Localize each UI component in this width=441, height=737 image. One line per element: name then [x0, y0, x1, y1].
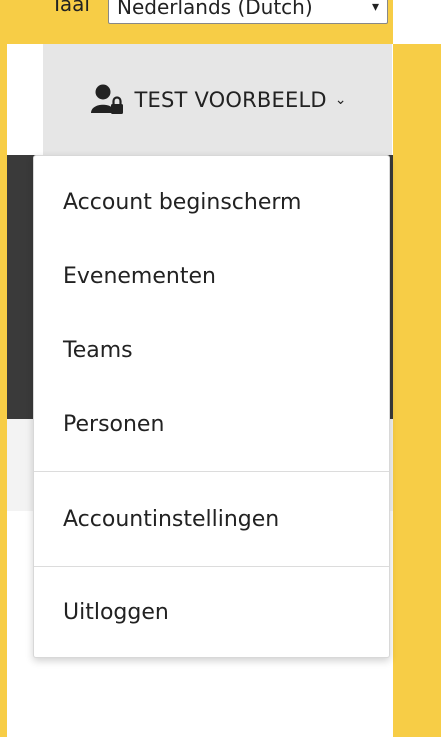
menu-item-account-home[interactable]: Account beginscherm — [34, 190, 389, 215]
menu-item-logout[interactable]: Uitloggen — [34, 600, 389, 625]
menu-divider — [34, 566, 389, 567]
menu-item-persons[interactable]: Personen — [34, 412, 389, 437]
language-label: Taal — [51, 0, 90, 16]
account-name: TEST VOORBEELD — [134, 87, 327, 112]
language-row: Taal Nederlands (Dutch) ▾ — [7, 0, 393, 44]
chevron-down-icon: ⌄ — [334, 91, 347, 108]
menu-item-events[interactable]: Evenementen — [34, 264, 389, 289]
right-frame — [393, 44, 441, 737]
account-menu-button[interactable]: TEST VOORBEELD ⌄ — [43, 44, 392, 155]
left-frame — [0, 0, 7, 737]
menu-item-account-settings[interactable]: Accountinstellingen — [34, 507, 389, 532]
language-select[interactable]: Nederlands (Dutch) ▾ — [108, 0, 388, 24]
menu-item-teams[interactable]: Teams — [34, 338, 389, 363]
select-arrow-icon: ▾ — [371, 0, 379, 15]
user-lock-icon — [89, 82, 129, 118]
account-dropdown-menu: Account beginscherm Evenementen Teams Pe… — [33, 155, 390, 658]
menu-divider — [34, 471, 389, 472]
language-selected-value: Nederlands (Dutch) — [117, 0, 313, 19]
